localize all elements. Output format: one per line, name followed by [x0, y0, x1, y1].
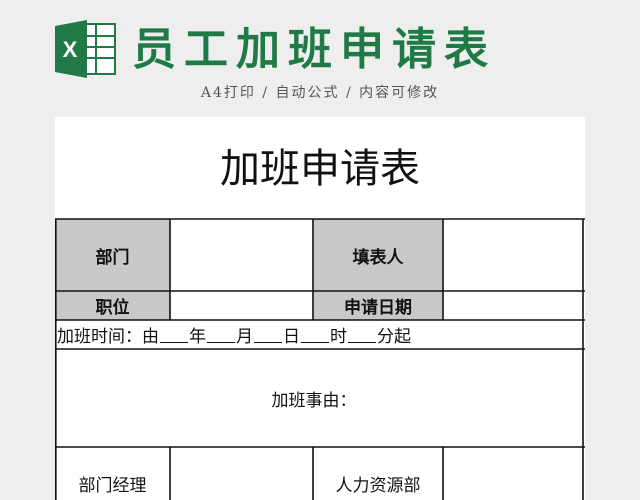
table-grid [55, 218, 585, 500]
excel-logo-letter: X [63, 37, 78, 62]
banner-title: 员工加班申请表 [132, 24, 496, 75]
excel-icon: X [55, 20, 116, 78]
banner-subtitle: A4打印 / 自动公式 / 内容可修改 [200, 85, 440, 101]
form-sheet: 加班申请表 部门 填表人 职位 申请日期 加班时间：由 年 月 日 时 分起 加… [55, 117, 585, 500]
banner: X 员工加班申请表 A4打印 / 自动公式 / 内容可修改 [0, 0, 640, 115]
